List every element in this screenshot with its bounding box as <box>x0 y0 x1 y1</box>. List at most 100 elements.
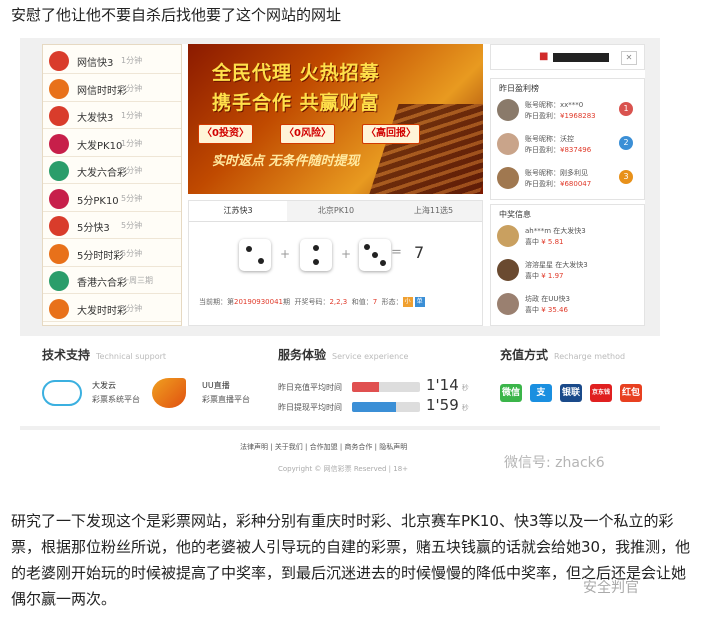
ranking-amount: 昨日盈利：¥680047 <box>525 180 592 188</box>
ranking-name: 账号昵称：刚多利见 <box>525 169 588 177</box>
lottery-frequency: 1分钟 <box>121 138 143 148</box>
winner-item: 溶溶星星 在大发快3 喜中 ¥ 1.97 <box>497 257 637 285</box>
lottery-site: 网信快3 1分钟 网信时时彩 1分钟 大发快3 1分钟 大发PK10 1分钟 大发六合彩 1分钟 5… <box>42 44 645 326</box>
lottery-item[interactable]: 5分时时彩 5分钟 <box>43 242 181 267</box>
close-icon[interactable]: ✕ <box>621 51 637 65</box>
lottery-item[interactable]: 大发快3 1分钟 <box>43 104 181 129</box>
account-watermark: 安全判官 <box>583 580 639 596</box>
copyright: Copyright © 网信彩票 Reserved | 18+ <box>278 465 409 473</box>
footer-link[interactable]: 关于我们 <box>275 443 303 451</box>
die-1 <box>239 239 271 271</box>
lottery-item[interactable]: 香港六合彩 一周三期 <box>43 269 181 294</box>
lottery-frequency: 1分钟 <box>121 166 143 175</box>
support-desc: 彩票系统平台 <box>92 395 140 404</box>
draw-panel: 江苏快3 北京PK10 上海11选5 + + = 7 当前期：第20190930… <box>188 200 483 326</box>
recharge-title: 充值方式 Recharge method <box>500 348 626 362</box>
lottery-name: 大发时时彩 <box>77 305 127 317</box>
pk10-logo-icon <box>49 133 69 154</box>
ranking-item: 账号昵称：刚多利见 昨日盈利：¥680047 3 <box>497 165 637 193</box>
ranking-item: 账号昵称：xx***0 昨日盈利：¥1968283 1 <box>497 97 637 125</box>
lottery-name: 香港六合彩 <box>77 278 127 289</box>
lottery-name: 大发快3 <box>77 113 114 124</box>
jd-wallet-icon[interactable]: 京东钱包 <box>590 384 612 414</box>
cloud-icon <box>42 380 82 406</box>
lottery-item[interactable]: 大发六合彩 1分钟 <box>43 159 181 184</box>
lottery-item[interactable]: 大发时时彩 1分钟 <box>43 297 181 322</box>
banner-tag: 〈高回报〉 <box>362 124 420 144</box>
plus-sign: + <box>341 247 352 261</box>
lottery-logo-icon <box>49 216 69 236</box>
wechat-watermark: 微信号: zhack6 <box>504 455 605 471</box>
lottery-logo-icon <box>49 243 69 264</box>
website-screenshot: 网信快3 1分钟 网信时时彩 1分钟 大发快3 1分钟 大发PK10 1分钟 大发六合彩 1分钟 5… <box>20 38 660 490</box>
avatar <box>497 99 519 121</box>
promo-banner[interactable]: 全民代理 火热招募 携手合作 共赢财富 〈0投资〉 〈0风险〉 〈高回报〉 实时… <box>188 44 483 194</box>
lottery-list: 网信快3 1分钟 网信时时彩 1分钟 大发快3 1分钟 大发PK10 1分钟 大发六合彩 1分钟 5… <box>42 44 182 326</box>
service-experience: 服务体验 Service experience 昨日充值平均时间 1'14 秒 昨日… <box>278 336 478 426</box>
winners-title: 中奖信息 <box>499 210 531 219</box>
ranking-amount: 昨日盈利：¥1968283 <box>525 112 596 120</box>
lottery-frequency: 1分钟 <box>121 56 143 65</box>
lottery-item[interactable]: 5分快3 5分钟 <box>43 214 181 239</box>
recharge-methods: 充值方式 Recharge method 微信支银联 京东钱包 红包 <box>500 336 650 426</box>
lottery-logo-icon <box>49 298 69 319</box>
lottery-name: 大发PK10 <box>77 140 123 152</box>
lottery-name: 5分PK10 <box>77 195 119 207</box>
lottery-name: 5分快3 <box>77 223 110 234</box>
tech-support: 技术支持 Technical support 大发云 彩票系统平台 UU直播 彩票… <box>42 336 252 426</box>
draw-info: 当前期：第20190930041期 开奖号码：2,2,3 和值：7 形态：小单 <box>199 297 425 307</box>
footer-link[interactable]: 合作加盟 <box>310 443 338 451</box>
unionpay-icon[interactable]: 银联 <box>560 384 582 402</box>
alipay-icon[interactable]: 支 <box>530 384 552 402</box>
lottery-item[interactable]: 5分PK10 5分钟 <box>43 187 181 212</box>
footer-link[interactable]: 隐私声明 <box>379 443 407 451</box>
winner-amount: 喜中 ¥ 5.81 <box>525 238 564 246</box>
winner-name: 溶溶星星 在大发快3 <box>525 261 588 269</box>
lottery-frequency: 5分钟 <box>121 193 143 203</box>
recharge-time-label: 昨日充值平均时间 <box>278 383 342 392</box>
link-separator: | <box>268 443 275 451</box>
winner-name: ah***m 在大发快3 <box>525 227 586 235</box>
site-footer: 法律声明 | 关于我们 | 合作加盟 | 商务合作 | 隐私声明 Copyrig… <box>20 430 660 490</box>
withdraw-time-bar <box>352 402 420 412</box>
withdraw-time-label: 昨日提现平均时间 <box>278 403 342 412</box>
user-icon: ■ <box>539 51 549 62</box>
red-packet-icon[interactable]: 红包 <box>620 384 642 402</box>
shape-single-badge: 单 <box>414 297 425 307</box>
lottery-name: 网信时时彩 <box>77 85 127 97</box>
lottery-frequency: 一周三期 <box>121 276 153 285</box>
link-separator: | <box>302 443 310 451</box>
banner-line1: 全民代理 火热招募 <box>212 62 380 84</box>
avatar <box>497 259 519 281</box>
winner-item: ah***m 在大发快3 喜中 ¥ 5.81 <box>497 223 637 251</box>
lottery-logo-icon <box>49 51 69 71</box>
ranking-amount: 昨日盈利：¥837496 <box>525 146 592 154</box>
tab-beijing-pk10[interactable]: 北京PK10 <box>287 201 385 221</box>
tab-jiangsu-k3[interactable]: 江苏快3 <box>189 201 287 221</box>
winner-item: 坊政 在UU快3 喜中 ¥ 35.46 <box>497 291 637 319</box>
lottery-item[interactable]: 网信快3 1分钟 <box>43 49 181 74</box>
rank-medal-icon: 2 <box>619 136 633 150</box>
recharge-time-value: 1'14 秒 <box>426 376 469 394</box>
draw-code: 2,2,3 <box>329 298 348 306</box>
winner-amount: 喜中 ¥ 1.97 <box>525 272 564 280</box>
footer-link[interactable]: 法律声明 <box>240 443 268 451</box>
banner-line2: 携手合作 共赢财富 <box>212 92 380 114</box>
fox-icon <box>152 378 186 408</box>
tab-shanghai-11x5[interactable]: 上海11选5 <box>385 201 482 221</box>
support-desc: 彩票直播平台 <box>202 395 250 404</box>
avatar <box>497 225 519 247</box>
lottery-item[interactable]: 大发PK10 1分钟 <box>43 132 181 157</box>
footer-link[interactable]: 商务合作 <box>344 443 372 451</box>
avatar <box>497 133 519 155</box>
lottery-logo-icon <box>49 161 69 181</box>
wechat-icon[interactable]: 微信 <box>500 384 522 402</box>
support-name: 大发云 <box>92 381 116 390</box>
profit-ranking: 昨日盈利榜 账号昵称：xx***0 昨日盈利：¥1968283 1 账号昵称：沃控 昨日… <box>490 78 645 200</box>
ranking-item: 账号昵称：沃控 昨日盈利：¥837496 2 <box>497 131 637 159</box>
rank-medal-icon: 1 <box>619 102 633 116</box>
withdraw-time-value: 1'59 秒 <box>426 396 469 414</box>
username-redacted <box>553 53 609 62</box>
lottery-name: 网信快3 <box>77 58 114 69</box>
lottery-item[interactable]: 网信时时彩 1分钟 <box>43 77 181 102</box>
